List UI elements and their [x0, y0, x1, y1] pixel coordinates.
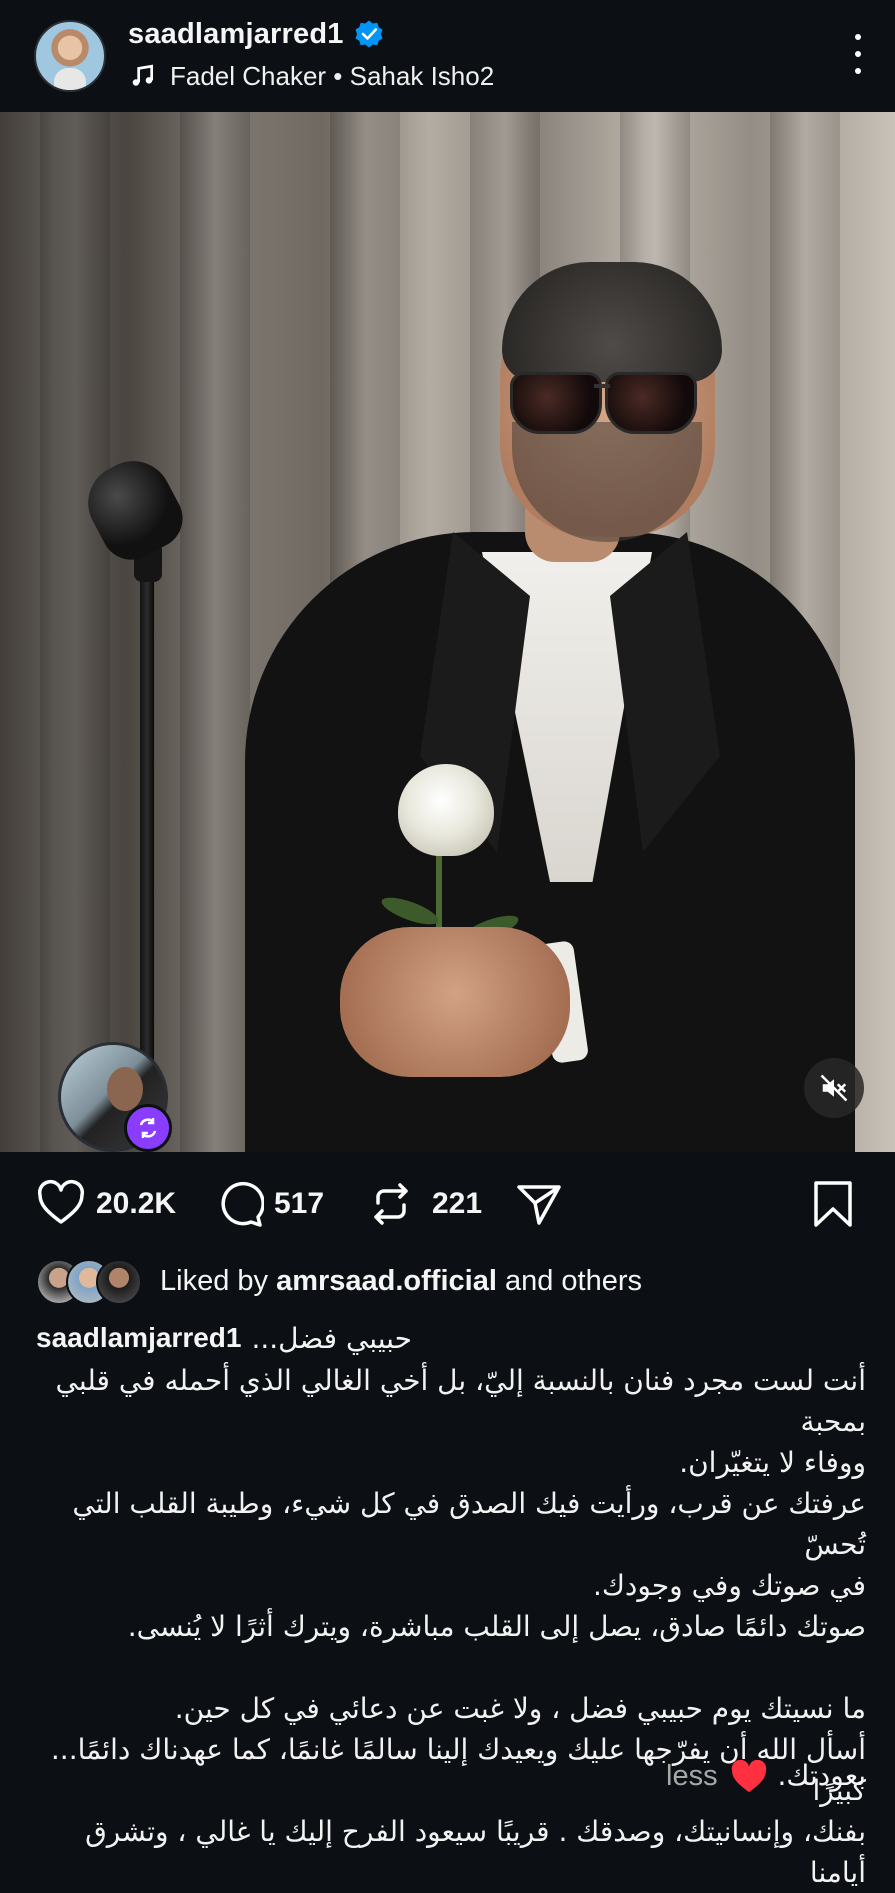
liked-by-user[interactable]: amrsaad.official	[276, 1265, 497, 1297]
send-icon	[517, 1185, 561, 1225]
less-link[interactable]: less	[666, 1756, 718, 1796]
like-count: 20.2K	[96, 1187, 177, 1220]
mute-icon[interactable]	[804, 1058, 864, 1118]
white-rose	[398, 764, 494, 856]
caption-last-line: بعودتك. less	[30, 1756, 866, 1796]
red-heart-emoji-icon	[731, 1760, 767, 1793]
comment-icon	[221, 1181, 264, 1227]
remix-icon[interactable]	[124, 1104, 172, 1152]
caption-last-text: بعودتك.	[777, 1759, 866, 1792]
liker-avatars	[36, 1259, 142, 1305]
caption-line	[30, 1647, 866, 1688]
music-row[interactable]: Fadel Chaker • Sahak Isho2	[130, 58, 494, 94]
comment-count: 517	[274, 1187, 325, 1220]
music-label: Fadel Chaker • Sahak Isho2	[170, 60, 495, 91]
like-button[interactable]: 20.2K	[36, 1178, 176, 1230]
caption-line: بفنك، وإنسانيتك، وصدقك . قريبًا سيعود ال…	[85, 1815, 866, 1889]
save-button[interactable]	[808, 1178, 858, 1230]
sunglasses	[510, 372, 602, 434]
caption-line: أنت لست مجرد فنان بالنسبة إليّ، بل أخي ا…	[55, 1364, 866, 1438]
caption-first-line: حبيبي فضل...	[251, 1321, 412, 1355]
music-note-icon	[132, 64, 154, 86]
repost-button[interactable]: 221	[366, 1178, 482, 1230]
action-bar: 20.2K 517 221	[0, 1152, 895, 1252]
profile-avatar[interactable]	[34, 20, 106, 92]
caption-line: ما نسيتك يوم حبيبي فضل ، ولا غبت عن دعائ…	[174, 1692, 866, 1725]
hands	[340, 927, 570, 1077]
comment-button[interactable]: 517	[214, 1178, 324, 1230]
caption-line: ووفاء لا يتغيّران.	[679, 1446, 866, 1479]
microphone-stand	[140, 572, 154, 1132]
username-row: saadlamjarred1	[128, 14, 384, 54]
caption-line: صوتك دائمًا صادق، يصل إلى القلب مباشرة، …	[127, 1610, 866, 1643]
caption-header: saadlamjarred1 حبيبي فضل...	[36, 1318, 412, 1358]
bookmark-icon	[814, 1181, 852, 1227]
repost-icon	[374, 1183, 408, 1225]
post-header: saadlamjarred1 Fadel Chaker • Sahak Isho…	[0, 0, 895, 112]
share-button[interactable]	[514, 1178, 564, 1230]
post-media[interactable]	[0, 112, 895, 1152]
liked-by-text: Liked by amrsaad.official and others	[160, 1264, 643, 1297]
liked-by-row[interactable]: Liked by amrsaad.official and others	[36, 1256, 642, 1306]
more-options-icon[interactable]	[851, 34, 865, 74]
username[interactable]: saadlamjarred1	[128, 18, 344, 51]
repost-count: 221	[432, 1187, 483, 1220]
caption-line: في صوتك وفي وجودك.	[592, 1569, 866, 1602]
caption-line: عرفتك عن قرب، ورأيت فيك الصدق في كل شيء،…	[72, 1487, 866, 1561]
verified-badge-icon	[355, 20, 383, 48]
caption-text: أنت لست مجرد فنان بالنسبة إليّ، بل أخي ا…	[30, 1360, 866, 1893]
caption-username[interactable]: saadlamjarred1	[36, 1322, 241, 1354]
heart-icon	[37, 1180, 85, 1224]
